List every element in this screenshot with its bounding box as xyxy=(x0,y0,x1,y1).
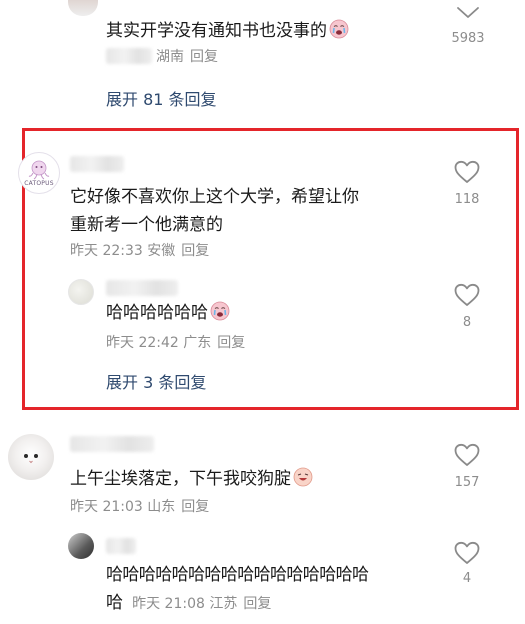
avatar-label: CATOPUS xyxy=(24,180,54,187)
reply-button[interactable]: 回复 xyxy=(190,49,218,65)
username-blurred[interactable] xyxy=(70,156,124,172)
reply-last-line: 哈 昨天 21:08 江苏 回复 xyxy=(106,588,271,613)
crying-face-emoji-icon xyxy=(210,301,230,321)
reply-button[interactable]: 回复 xyxy=(181,243,209,259)
heart-outline-icon[interactable] xyxy=(454,541,480,565)
avatar[interactable] xyxy=(68,533,94,559)
reply-meta: 昨天 22:42 广东 回复 xyxy=(106,332,245,352)
heart-outline-icon[interactable] xyxy=(454,443,480,467)
location: 广东 xyxy=(183,335,212,351)
username-blurred[interactable] xyxy=(106,538,136,554)
location: 湖南 xyxy=(156,49,184,65)
username-blurred[interactable] xyxy=(70,436,154,452)
avatar[interactable] xyxy=(8,434,54,480)
heart-outline-icon[interactable] xyxy=(454,160,480,184)
comment-text-line-2: 重新考一个他满意的 xyxy=(70,215,223,235)
avatar[interactable] xyxy=(68,0,98,16)
reply-meta: 昨天 21:08 江苏 回复 xyxy=(132,596,271,612)
heart-outline-icon[interactable] xyxy=(454,283,480,307)
comment-text: 上午尘埃落定，下午我咬狗腚 xyxy=(70,464,313,494)
comment-text: 其实开学没有通知书也没事的 xyxy=(106,16,349,46)
chevron-down-icon[interactable] xyxy=(455,4,481,20)
timestamp: 昨天 21:03 xyxy=(70,499,143,515)
crying-face-emoji-icon xyxy=(329,19,349,39)
timestamp: 昨天 22:33 xyxy=(70,243,143,259)
like-count: 5983 xyxy=(451,31,485,46)
avatar[interactable] xyxy=(68,279,94,305)
timestamp: 昨天 21:08 xyxy=(132,596,205,612)
like-count: 4 xyxy=(462,571,472,586)
username-blurred[interactable] xyxy=(106,280,178,296)
reply-button[interactable]: 回复 xyxy=(243,596,271,612)
comment-meta: 昨天 22:33 安徽 回复 xyxy=(70,240,209,260)
octopus-logo-icon xyxy=(28,160,50,180)
expand-replies-button[interactable]: 展开 3 条回复 xyxy=(106,369,206,393)
timestamp: 昨天 22:42 xyxy=(106,335,179,351)
like-count: 118 xyxy=(454,192,480,207)
laughing-face-emoji-icon xyxy=(293,467,313,487)
username-blurred[interactable] xyxy=(106,48,152,64)
location: 江苏 xyxy=(209,596,238,612)
cat-photo-icon xyxy=(24,454,38,464)
reply-button[interactable]: 回复 xyxy=(217,335,245,351)
expand-replies-button[interactable]: 展开 81 条回复 xyxy=(106,86,217,110)
like-count: 157 xyxy=(454,475,480,490)
comment-text-line-1: 它好像不喜欢你上这个大学，希望让你 xyxy=(70,187,359,207)
location: 山东 xyxy=(147,499,176,515)
comment-meta: 昨天 21:03 山东 回复 xyxy=(70,496,209,516)
comment-meta: 湖南 回复 xyxy=(156,46,218,66)
reply-text-line-1: 哈哈哈哈哈哈哈哈哈哈哈哈哈哈哈哈 xyxy=(106,565,369,585)
reply-text-line-2: 哈 xyxy=(106,593,123,613)
like-count: 8 xyxy=(462,315,472,330)
avatar[interactable]: CATOPUS xyxy=(18,152,60,194)
reply-text: 哈哈哈哈哈哈 xyxy=(106,298,230,328)
location: 安徽 xyxy=(147,243,176,259)
reply-button[interactable]: 回复 xyxy=(181,499,209,515)
